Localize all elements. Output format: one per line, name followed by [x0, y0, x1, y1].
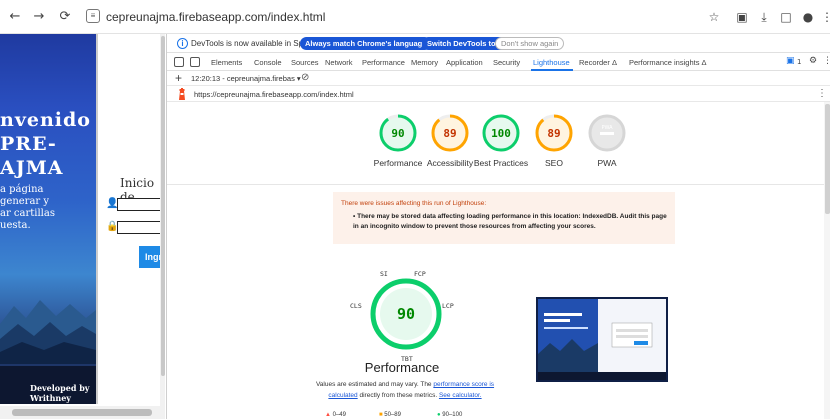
values-note: Values are estimated and may vary. The p…: [315, 381, 495, 399]
metric-fcp: FCP: [414, 270, 426, 278]
section-divider: [167, 184, 830, 185]
tab-search-icon[interactable]: □: [777, 8, 795, 26]
tab-lighthouse[interactable]: Lighthouse: [533, 58, 570, 67]
tab-sources[interactable]: Sources: [291, 58, 319, 67]
tab-memory[interactable]: Memory: [411, 58, 438, 67]
gauge-ring: 90: [379, 114, 417, 152]
report-url-bar: https://cepreunajma.firebaseapp.com/inde…: [167, 86, 830, 102]
gauge-value: 100: [491, 127, 511, 140]
gauge-value: 89: [547, 127, 560, 140]
match-language-button[interactable]: Always match Chrome's language: [300, 37, 432, 50]
tab-elements[interactable]: Elements: [211, 58, 242, 67]
settings-icon[interactable]: ⚙: [809, 56, 817, 66]
devtools-tabbar: Elements Console Sources Network Perform…: [167, 54, 830, 71]
issues-count: 1: [797, 58, 802, 66]
browser-toolbar: ← → ⟳ ≡ cepreunajma.firebaseapp.com/inde…: [0, 0, 830, 34]
star-icon[interactable]: ☆: [705, 8, 723, 26]
profile-icon[interactable]: ●: [799, 8, 817, 26]
gauge-ring: 89: [535, 114, 573, 152]
legend-orange: ■ 50–89: [379, 412, 401, 418]
report-url[interactable]: https://cepreunajma.firebaseapp.com/inde…: [194, 90, 354, 99]
site-horizontal-scrollbar[interactable]: [0, 406, 165, 419]
tab-security[interactable]: Security: [493, 58, 520, 67]
language-infobar: i DevTools is now available in Spanish! …: [167, 34, 830, 53]
active-tab-indicator: [531, 69, 573, 71]
legend-red: ▲ 0–49: [325, 412, 346, 418]
metric-cls: CLS: [350, 302, 362, 310]
device-toolbar-icon[interactable]: [190, 57, 200, 67]
menu-icon[interactable]: ⋮: [818, 8, 830, 26]
final-screenshot-thumbnail[interactable]: [536, 297, 668, 382]
dont-show-button[interactable]: Don't show again: [495, 37, 565, 50]
gauge-ring: PWA: [588, 114, 626, 152]
new-report-icon[interactable]: +: [175, 71, 182, 85]
more-icon[interactable]: ⋮: [823, 56, 830, 66]
reload-icon[interactable]: ⟳: [56, 8, 74, 26]
performance-title: Performance: [364, 360, 440, 375]
devtools-scrollbar[interactable]: [824, 102, 830, 419]
back-icon[interactable]: ←: [6, 8, 24, 26]
tab-console[interactable]: Console: [254, 58, 282, 67]
extensions-icon[interactable]: ▣: [733, 8, 751, 26]
hero-panel: nvenido PRE- AJMA a página generar y ar …: [0, 34, 96, 404]
site-vertical-scrollbar[interactable]: [160, 34, 165, 406]
hero-description: a página generar y ar cartillas uesta.: [0, 184, 55, 231]
warning-box: There were issues affecting this run of …: [333, 192, 675, 244]
lighthouse-logo-icon: [179, 88, 185, 100]
mountains-illustration: [0, 300, 96, 364]
tab-performance[interactable]: Performance: [362, 58, 405, 67]
calculator-link[interactable]: See calculator.: [439, 392, 482, 399]
site-info-icon[interactable]: ≡: [86, 9, 100, 23]
pwa-dash: [600, 132, 614, 135]
performance-score-text: 90: [397, 305, 415, 323]
performance-gauge: 90: [370, 278, 442, 350]
report-toolbar: + 12:20:13 - cepreunajma.firebas ▾ ⊘: [167, 71, 830, 86]
download-icon[interactable]: ⤓: [755, 8, 773, 26]
metric-lcp: LCP: [442, 302, 454, 310]
forward-icon[interactable]: →: [30, 8, 48, 26]
gauge-label: PWA: [597, 158, 617, 168]
info-icon: i: [177, 38, 188, 49]
gauge-value: 90: [391, 127, 404, 140]
tab-application[interactable]: Application: [446, 58, 483, 67]
welcome-heading: nvenido PRE- AJMA: [0, 109, 91, 179]
gauge-ring: 89: [431, 114, 469, 152]
warning-bullet: • There may be stored data affecting loa…: [353, 213, 667, 230]
tab-performance-insights[interactable]: Performance insights Δ: [629, 58, 707, 67]
gauge-value: PWA: [601, 125, 613, 131]
report-menu-icon[interactable]: ⋮: [817, 88, 827, 99]
inspect-icon[interactable]: [174, 57, 184, 67]
username-input[interactable]: [117, 198, 165, 211]
gauge-ring: 100: [482, 114, 520, 152]
screenshot-image: [538, 299, 666, 380]
footer-text: Developed by Writhney: [30, 383, 90, 403]
tab-recorder[interactable]: Recorder Δ: [579, 58, 617, 67]
issues-icon[interactable]: ▣: [786, 56, 795, 66]
password-input[interactable]: [117, 221, 165, 234]
tab-network[interactable]: Network: [325, 58, 353, 67]
gauge-value: 89: [443, 127, 456, 140]
devtools-panel: i DevTools is now available in Spanish! …: [166, 34, 830, 419]
metric-si: SI: [380, 270, 388, 278]
site-footer: Developed by Writhney: [0, 366, 96, 404]
website-viewport: nvenido PRE- AJMA a página generar y ar …: [0, 34, 165, 419]
address-bar[interactable]: cepreunajma.firebaseapp.com/index.html: [106, 10, 325, 24]
legend-green: ● 90–100: [437, 412, 463, 418]
report-select[interactable]: 12:20:13 - cepreunajma.firebas ▾: [191, 74, 301, 83]
warning-title: There were issues affecting this run of …: [341, 200, 487, 207]
divider: [96, 34, 98, 404]
clear-icon[interactable]: ⊘: [301, 72, 309, 83]
